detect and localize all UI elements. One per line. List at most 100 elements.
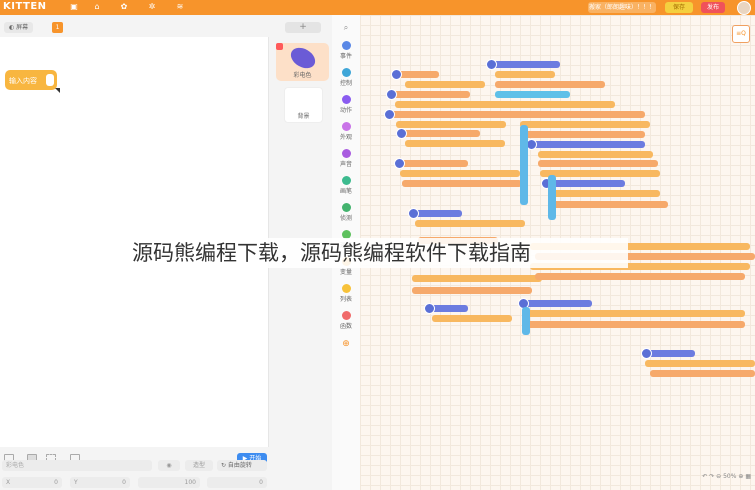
category-label: 事件 bbox=[339, 53, 352, 60]
code-block[interactable] bbox=[495, 91, 570, 98]
code-block[interactable] bbox=[495, 101, 615, 108]
code-block[interactable] bbox=[525, 321, 745, 328]
event-block-icon[interactable] bbox=[408, 208, 419, 219]
add-category-icon[interactable]: ⊕ bbox=[332, 339, 360, 349]
code-block[interactable] bbox=[495, 111, 645, 118]
code-block[interactable] bbox=[432, 315, 512, 322]
category-9[interactable]: 列表 bbox=[332, 284, 360, 303]
wifi-icon[interactable]: ≋ bbox=[176, 3, 184, 11]
workspace-search-button[interactable]: ≡Q bbox=[732, 25, 750, 43]
category-dot-icon bbox=[341, 176, 351, 185]
category-10[interactable]: 函数 bbox=[332, 311, 360, 330]
code-block[interactable] bbox=[645, 360, 755, 367]
category-dot-icon bbox=[341, 122, 351, 131]
y-field[interactable]: Y0 bbox=[70, 477, 130, 488]
event-block-icon[interactable] bbox=[391, 69, 402, 80]
size-field[interactable]: 100 bbox=[138, 477, 200, 488]
category-0[interactable]: 事件 bbox=[332, 41, 360, 60]
rotation-style-select[interactable]: ↻ 自由旋转 bbox=[217, 460, 267, 471]
delete-sprite-icon[interactable] bbox=[276, 43, 283, 50]
code-block[interactable] bbox=[415, 220, 525, 227]
code-block[interactable] bbox=[538, 151, 653, 158]
scene-tab[interactable]: ◐ 屏幕 bbox=[4, 22, 34, 33]
category-6[interactable]: 侦测 bbox=[332, 203, 360, 222]
project-name-field[interactable]: 搬家（郎朗趣味）！！！ bbox=[588, 2, 656, 13]
control-block[interactable] bbox=[548, 175, 556, 220]
category-1[interactable]: 控制 bbox=[332, 68, 360, 87]
code-block[interactable] bbox=[390, 91, 470, 98]
add-scene-button[interactable]: + bbox=[285, 22, 321, 33]
code-block[interactable] bbox=[388, 111, 508, 118]
code-block[interactable] bbox=[525, 131, 645, 138]
code-block[interactable] bbox=[645, 350, 695, 357]
code-block[interactable] bbox=[400, 170, 520, 177]
code-block[interactable] bbox=[495, 71, 555, 78]
logo: KITTEN bbox=[3, 1, 47, 12]
trash-icon[interactable]: ▦ bbox=[745, 473, 751, 480]
event-block-icon[interactable] bbox=[386, 89, 397, 100]
palette-icon[interactable]: ✿ bbox=[120, 3, 128, 11]
event-block-icon[interactable] bbox=[394, 158, 405, 169]
category-5[interactable]: 画笔 bbox=[332, 176, 360, 195]
event-block-icon[interactable] bbox=[641, 348, 652, 359]
code-block[interactable] bbox=[545, 180, 625, 187]
code-block[interactable] bbox=[548, 201, 668, 208]
code-block[interactable] bbox=[398, 160, 468, 167]
search-icon[interactable]: ⌕ bbox=[332, 23, 360, 33]
rotation-field[interactable]: 0 bbox=[207, 477, 267, 488]
code-block[interactable] bbox=[402, 180, 522, 187]
event-block-icon[interactable] bbox=[424, 303, 435, 314]
code-block[interactable] bbox=[550, 190, 660, 197]
code-block[interactable] bbox=[522, 300, 592, 307]
code-block[interactable] bbox=[412, 210, 462, 217]
code-block[interactable] bbox=[490, 61, 560, 68]
publish-button[interactable]: 发布 bbox=[701, 2, 725, 13]
code-block[interactable] bbox=[396, 121, 506, 128]
category-label: 列表 bbox=[339, 296, 352, 303]
eye-icon[interactable]: ◉ bbox=[158, 460, 180, 471]
scene-count-badge[interactable]: 1 bbox=[52, 22, 63, 33]
sprite-name-field[interactable]: 彩电色 bbox=[2, 460, 152, 471]
zoom-in-icon[interactable]: ⊕ bbox=[738, 473, 743, 480]
category-dot-icon bbox=[341, 311, 351, 320]
control-block[interactable] bbox=[522, 307, 530, 335]
event-block-icon[interactable] bbox=[384, 109, 395, 120]
x-field[interactable]: X0 bbox=[2, 477, 62, 488]
category-3[interactable]: 外观 bbox=[332, 122, 360, 141]
code-block[interactable] bbox=[525, 310, 745, 317]
zoom-out-icon[interactable]: ⊖ bbox=[716, 473, 721, 480]
background-card[interactable]: 背景 bbox=[284, 87, 323, 123]
category-2[interactable]: 动作 bbox=[332, 95, 360, 114]
category-dot-icon bbox=[341, 203, 351, 212]
control-block[interactable] bbox=[520, 125, 528, 205]
resize-handle-icon[interactable] bbox=[55, 88, 60, 93]
event-block-icon[interactable] bbox=[396, 128, 407, 139]
code-block[interactable] bbox=[405, 140, 505, 147]
category-dot-icon bbox=[341, 284, 351, 293]
code-block[interactable] bbox=[540, 170, 660, 177]
code-block[interactable] bbox=[650, 370, 755, 377]
code-block[interactable] bbox=[412, 275, 542, 282]
category-4[interactable]: 声音 bbox=[332, 149, 360, 168]
category-label: 动作 bbox=[339, 107, 352, 114]
avatar[interactable] bbox=[737, 1, 751, 15]
code-block[interactable] bbox=[535, 273, 745, 280]
code-block[interactable] bbox=[538, 160, 658, 167]
code-block[interactable] bbox=[412, 287, 532, 294]
code-block[interactable] bbox=[395, 101, 507, 108]
code-block[interactable] bbox=[530, 141, 645, 148]
code-block[interactable] bbox=[495, 81, 605, 88]
gear-icon[interactable]: ✲ bbox=[148, 3, 156, 11]
sprite-card[interactable]: 彩电色 bbox=[276, 43, 329, 81]
code-block[interactable] bbox=[400, 130, 480, 137]
overlay-title: 源码熊编程下载，源码熊编程软件下载指南 bbox=[128, 238, 628, 268]
costume-button[interactable]: 造型 bbox=[185, 460, 213, 471]
redo-icon[interactable]: ↷ bbox=[709, 473, 714, 480]
event-block-icon[interactable] bbox=[486, 59, 497, 70]
bag-icon[interactable]: ⌂ bbox=[93, 3, 101, 11]
undo-icon[interactable]: ↶ bbox=[702, 473, 707, 480]
code-block[interactable] bbox=[405, 81, 485, 88]
save-button[interactable]: 保存 bbox=[665, 2, 693, 13]
save-icon[interactable]: ▣ bbox=[70, 3, 78, 11]
code-block[interactable] bbox=[520, 121, 650, 128]
